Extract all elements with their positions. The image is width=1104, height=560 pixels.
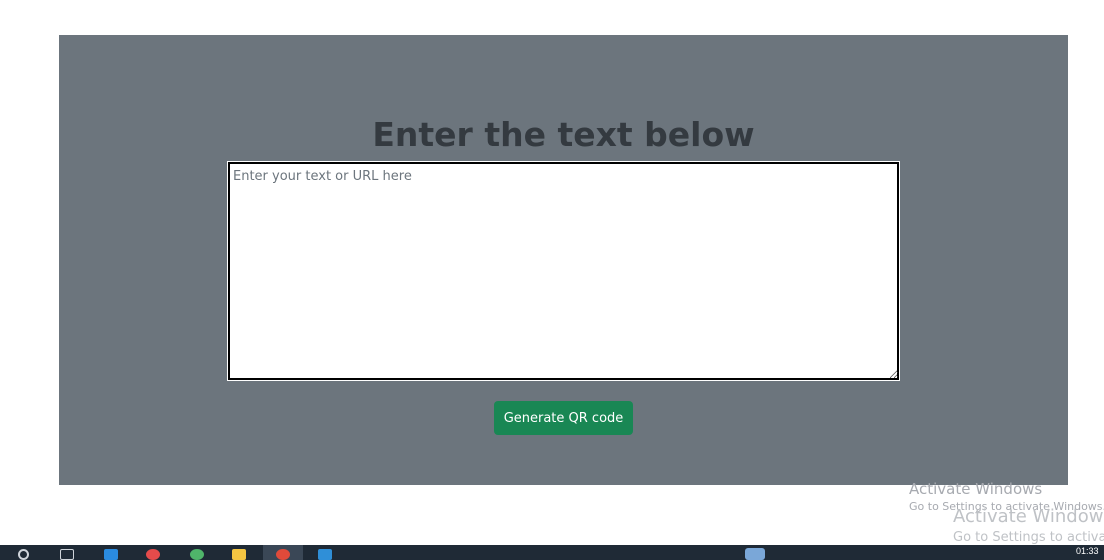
activate-windows-watermark-subtitle: Go to Settings to activate [953, 530, 1104, 545]
search-icon[interactable] [18, 549, 29, 560]
task-view-icon[interactable] [60, 549, 74, 560]
page-title: Enter the text below [372, 115, 755, 154]
vscode-icon[interactable] [318, 549, 332, 560]
store-icon[interactable] [104, 549, 118, 560]
app-icon[interactable] [190, 549, 204, 560]
taskbar-clock[interactable]: 01:33 [1076, 546, 1099, 556]
generate-qr-button[interactable]: Generate QR code [494, 401, 633, 435]
file-explorer-icon[interactable] [232, 549, 246, 560]
weather-icon[interactable] [745, 548, 765, 560]
taskbar: 01:33 [0, 545, 1104, 560]
chrome-icon[interactable] [276, 549, 290, 560]
activate-windows-watermark-title: Activate Windows [909, 480, 1043, 498]
text-input[interactable] [227, 161, 900, 381]
app-icon[interactable] [146, 549, 160, 560]
activate-windows-watermark-title: Activate Windows [953, 506, 1104, 527]
